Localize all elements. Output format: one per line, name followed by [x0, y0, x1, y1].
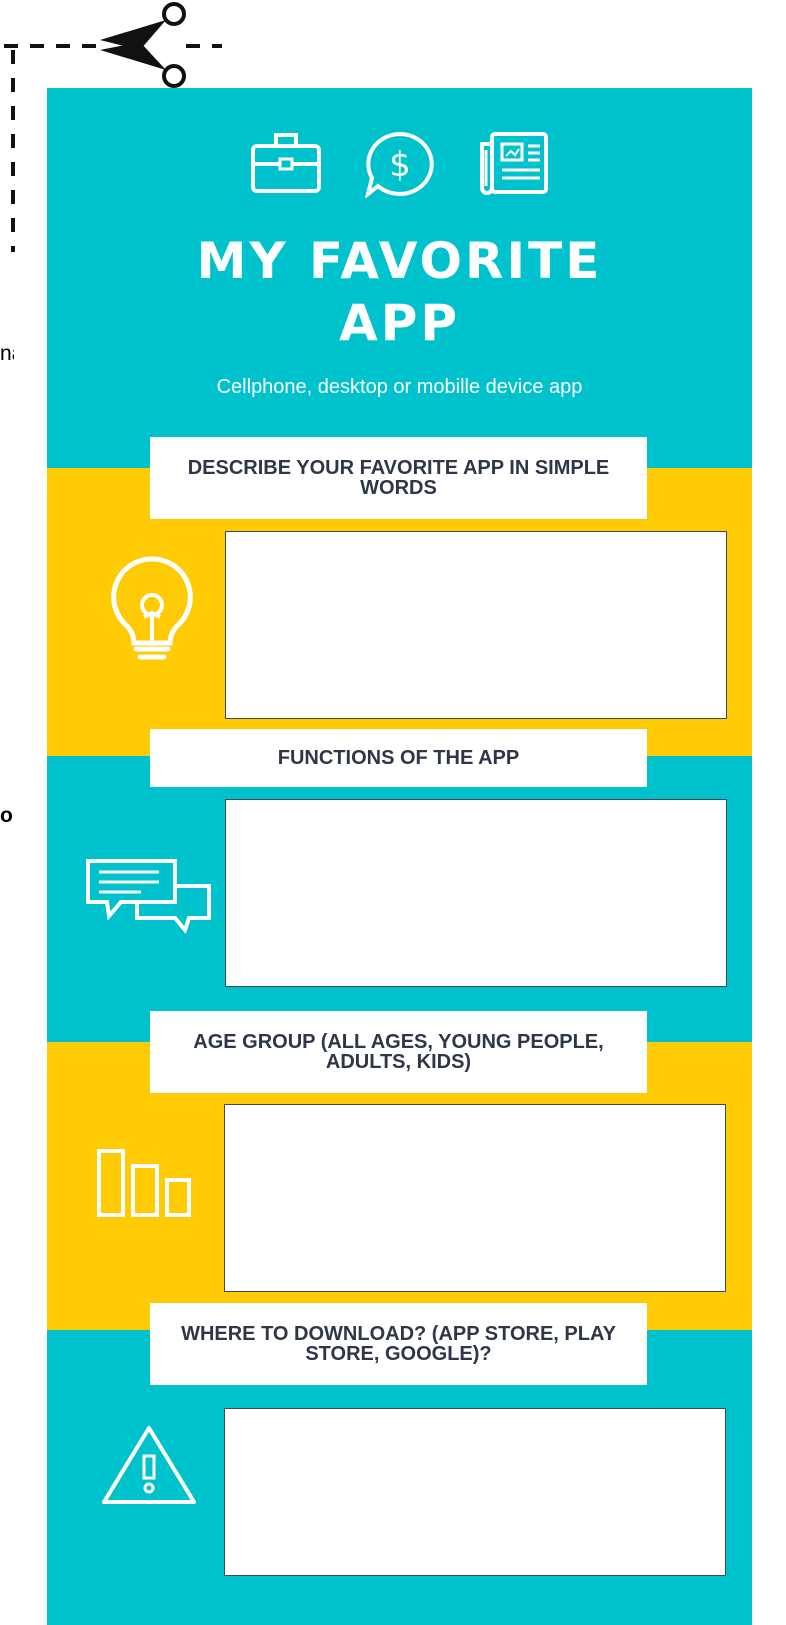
bar-chart-icon	[97, 1149, 191, 1217]
poster-title-line2: APP	[339, 294, 460, 352]
answer-box[interactable]	[225, 799, 727, 987]
section-heading: WHERE TO DOWNLOAD? (APP STORE, PLAY STOR…	[150, 1303, 647, 1385]
section-heading: DESCRIBE YOUR FAVORITE APP IN SIMPLE WOR…	[150, 437, 647, 519]
answer-box[interactable]	[224, 1408, 726, 1576]
chat-bubbles-icon	[86, 859, 211, 934]
warning-icon	[102, 1426, 196, 1504]
answer-box[interactable]	[224, 1104, 726, 1292]
poster-subtitle: Cellphone, desktop or mobille device app	[216, 376, 583, 398]
answer-box[interactable]	[225, 531, 727, 719]
svg-text:$: $	[389, 145, 411, 185]
side-text-fragment: o	[0, 804, 13, 827]
dollar-chat-icon: $	[364, 131, 434, 198]
briefcase-icon	[251, 133, 321, 193]
side-text-fragment: na	[0, 342, 14, 365]
lightbulb-icon	[111, 556, 193, 660]
section-heading: AGE GROUP (ALL AGES, YOUNG PEOPLE, ADULT…	[150, 1011, 647, 1093]
scissors-icon	[100, 2, 186, 88]
section-heading: FUNCTIONS OF THE APP	[150, 729, 647, 787]
poster-title-line1: MY FAVORITE	[196, 232, 603, 290]
newspaper-icon	[480, 132, 548, 195]
